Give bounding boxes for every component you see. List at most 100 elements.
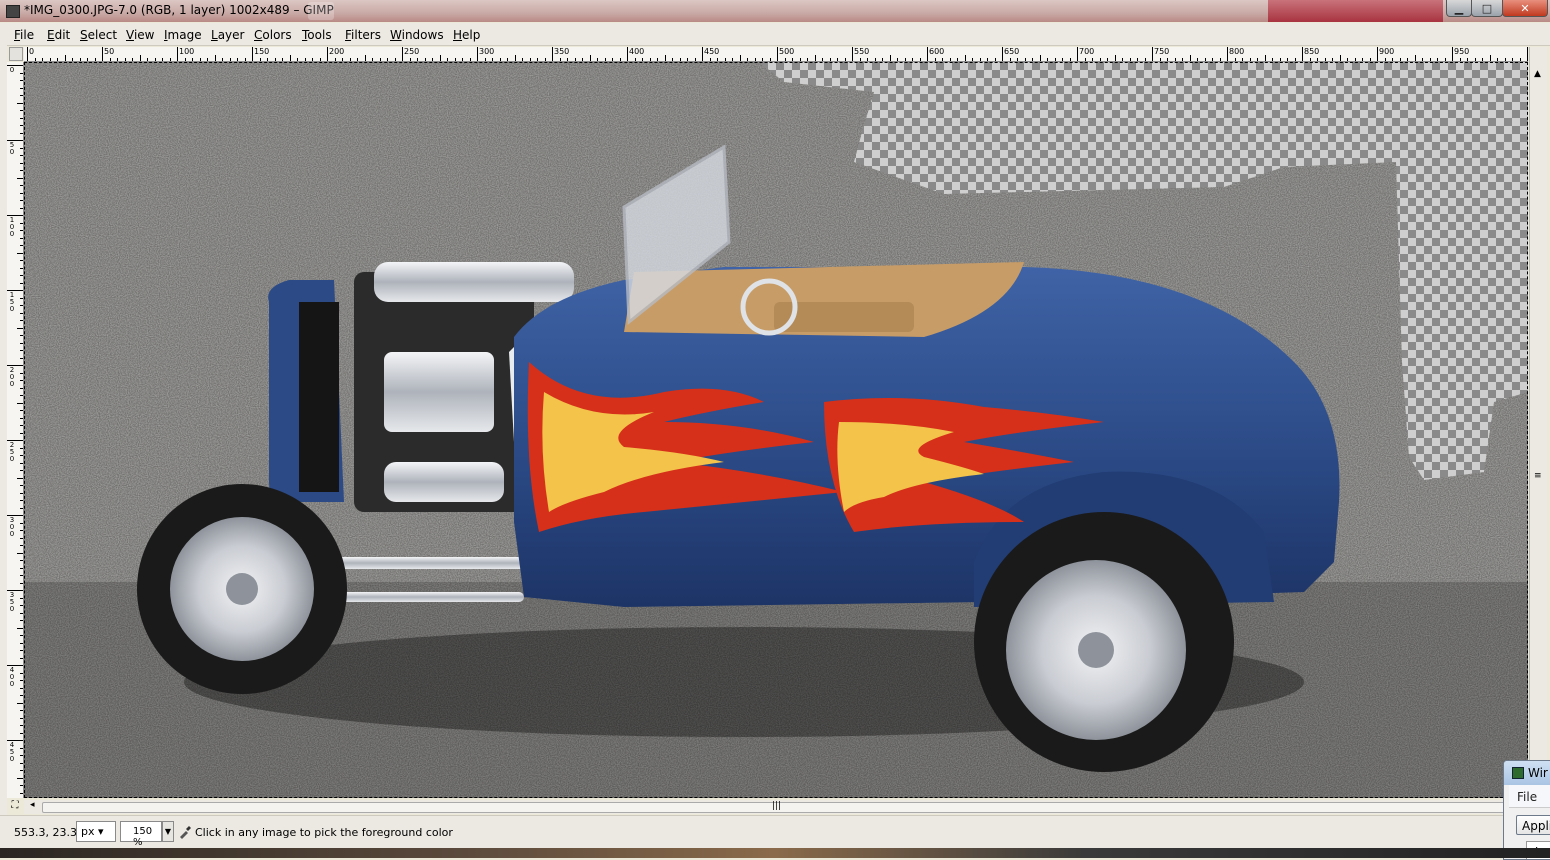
scroll-up-arrow-icon[interactable]: ▲ xyxy=(1534,69,1541,79)
ruler-tick xyxy=(372,58,373,61)
ruler-tick xyxy=(20,560,23,561)
scroll-left-arrow-icon[interactable]: ◂ xyxy=(30,800,35,810)
ruler-tick xyxy=(454,58,456,61)
ruler-tick xyxy=(17,327,23,329)
ruler-label: 900 xyxy=(1379,47,1395,56)
zoom-dropdown-icon[interactable]: ▼ xyxy=(162,821,174,842)
ruler-tick xyxy=(312,58,313,61)
ruler-tick xyxy=(1272,58,1273,61)
background-window-menu-file[interactable]: File xyxy=(1517,790,1537,804)
ruler-tick xyxy=(20,657,23,659)
ruler-tick xyxy=(589,55,591,61)
ruler-tick xyxy=(1399,58,1401,61)
scroll-grip-icon[interactable]: ≡ xyxy=(1534,471,1542,481)
ruler-tick xyxy=(904,58,906,61)
ruler-tick xyxy=(522,58,523,61)
unit-value: px xyxy=(81,825,95,838)
ruler-tick xyxy=(20,260,23,261)
ruler-tick xyxy=(20,500,23,501)
ruler-tick xyxy=(20,732,23,734)
ruler-tick xyxy=(1527,47,1528,61)
background-window-menu[interactable]: File xyxy=(1509,785,1550,808)
ruler-tick xyxy=(1107,58,1108,61)
ruler-tick xyxy=(27,47,28,61)
ruler-tick xyxy=(642,58,643,61)
ruler-tick xyxy=(20,72,23,74)
front-wheel xyxy=(137,484,347,694)
scroll-grip-icon-h[interactable]: ||| xyxy=(772,801,781,811)
horizontal-scrollbar[interactable]: ◂ ||| xyxy=(24,800,1528,814)
ruler-tick xyxy=(409,58,411,61)
ruler-tick xyxy=(724,58,726,61)
ruler-tick xyxy=(687,58,688,61)
menu-help[interactable]: Help xyxy=(453,28,480,42)
background-window-titlebar[interactable]: Wir xyxy=(1504,761,1550,785)
background-window[interactable]: Wir File Applic Loca xyxy=(1503,760,1550,860)
ruler-label: 950 xyxy=(1454,47,1470,56)
menu-image[interactable]: Image xyxy=(164,28,202,42)
horizontal-ruler[interactable]: 0 50 100 150 200 250 300 350 400 450 500 550 600 650 7… xyxy=(24,47,1528,62)
minimize-button[interactable]: ▁ xyxy=(1446,0,1472,17)
ruler-tick xyxy=(297,58,298,61)
ruler-tick xyxy=(469,58,471,61)
menu-select[interactable]: Select xyxy=(80,28,117,42)
menu-file[interactable]: File xyxy=(14,28,34,42)
ruler-tick xyxy=(837,58,838,61)
ruler-tick xyxy=(49,58,51,61)
vertical-ruler[interactable]: 0 50 100 150 200 250 300 350 400 450 xyxy=(7,62,24,798)
ruler-tick xyxy=(739,55,741,61)
image-canvas[interactable] xyxy=(24,62,1528,798)
ruler-label: 50 xyxy=(9,141,15,156)
quick-mask-corner-button[interactable] xyxy=(9,47,23,61)
close-button[interactable]: ✕ xyxy=(1502,0,1548,17)
menu-view[interactable]: View xyxy=(126,28,154,42)
hot-rod-photo xyxy=(24,62,1528,798)
ruler-tick xyxy=(20,267,23,269)
ruler-tick xyxy=(1392,58,1393,61)
ruler-tick xyxy=(20,485,23,486)
ruler-tick xyxy=(252,47,253,61)
ruler-tick xyxy=(169,58,171,61)
menu-colors[interactable]: Colors xyxy=(254,28,292,42)
vertical-scrollbar[interactable]: ▲ ≡ xyxy=(1529,47,1547,799)
menu-windows[interactable]: Windows xyxy=(390,28,444,42)
menu-filters[interactable]: Filters xyxy=(345,28,381,42)
ruler-tick xyxy=(1174,58,1176,61)
ruler-tick xyxy=(379,58,381,61)
ruler-label: 500 xyxy=(779,47,795,56)
ruler-tick xyxy=(1077,47,1078,61)
navigate-icon[interactable]: ⛶ xyxy=(8,800,22,814)
ruler-tick xyxy=(1009,58,1011,61)
ruler-tick xyxy=(20,575,23,576)
ruler-tick xyxy=(87,58,88,61)
background-window-tab xyxy=(308,2,334,20)
ruler-tick xyxy=(102,47,103,61)
color-picker-icon xyxy=(180,826,191,839)
ruler-tick xyxy=(1212,58,1213,61)
zoom-input[interactable]: 150 % xyxy=(120,821,162,848)
maximize-button[interactable]: □ xyxy=(1471,0,1503,17)
ruler-tick xyxy=(394,58,396,61)
ruler-tick xyxy=(402,47,403,61)
ruler-tick xyxy=(20,132,23,134)
ruler-tick xyxy=(57,58,58,61)
ruler-tick xyxy=(672,58,673,61)
menu-tools[interactable]: Tools xyxy=(302,28,332,42)
ruler-tick xyxy=(20,335,23,336)
ruler-tick xyxy=(1122,58,1123,61)
ruler-tick xyxy=(154,58,156,61)
ruler-tick xyxy=(20,747,23,749)
horizontal-scroll-thumb[interactable] xyxy=(42,802,1528,813)
ruler-tick xyxy=(829,58,831,61)
ruler-tick xyxy=(417,58,418,61)
ruler-tick xyxy=(1324,58,1326,61)
ruler-tick xyxy=(20,770,23,771)
background-window-strip xyxy=(1268,0,1443,22)
background-window-button[interactable]: Applic xyxy=(1516,815,1550,835)
terminal-icon xyxy=(1512,767,1524,779)
ruler-tick xyxy=(679,58,681,61)
menu-layer[interactable]: Layer xyxy=(211,28,244,42)
ruler-label: 50 xyxy=(104,47,115,56)
menu-edit[interactable]: Edit xyxy=(47,28,70,42)
unit-select[interactable]: px ▾ xyxy=(76,821,116,842)
